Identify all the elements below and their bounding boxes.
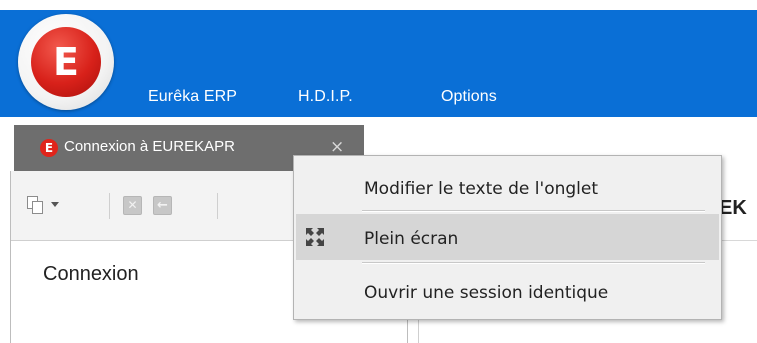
- menu-item-ouvrir-session[interactable]: Ouvrir une session identique: [296, 268, 719, 314]
- toolbar-separator: [217, 193, 218, 219]
- menu-item-label: Ouvrir une session identique: [364, 283, 609, 303]
- close-icon[interactable]: ✕: [123, 196, 142, 215]
- dropdown-caret-icon[interactable]: [51, 202, 59, 207]
- app-logo[interactable]: E: [18, 14, 114, 110]
- app-header: E Eurêka ERP H.D.I.P. Options: [0, 0, 757, 117]
- menu-item-plein-ecran[interactable]: Plein écran: [296, 214, 719, 260]
- menu-hdip[interactable]: H.D.I.P.: [298, 88, 353, 106]
- back-arrow-icon[interactable]: ←: [153, 196, 172, 215]
- connexion-title: Connexion: [43, 263, 139, 285]
- tab-label: Connexion à EUREKAPR: [64, 138, 235, 155]
- fullscreen-icon: [306, 228, 324, 246]
- menu-separator-highlight: [362, 263, 705, 264]
- tab-close-icon[interactable]: ×: [330, 137, 344, 157]
- right-pane-title: EK: [719, 197, 747, 219]
- tab-app-badge-icon: E: [40, 139, 58, 157]
- logo-red-disc: E: [31, 27, 101, 97]
- copy-icon[interactable]: [27, 196, 45, 214]
- logo-letter: E: [53, 40, 79, 84]
- toolbar-separator: [109, 193, 110, 219]
- tab-context-menu: Modifier le texte de l'onglet Plein écra…: [293, 155, 722, 320]
- menu-item-modifier-texte[interactable]: Modifier le texte de l'onglet: [296, 164, 719, 210]
- menu-separator-highlight: [362, 211, 705, 212]
- menu-options[interactable]: Options: [441, 88, 497, 106]
- header-top-strip: [0, 0, 757, 10]
- menu-item-label: Modifier le texte de l'onglet: [364, 179, 599, 199]
- menu-eureka-erp[interactable]: Eurêka ERP: [148, 88, 237, 106]
- menu-item-label: Plein écran: [364, 229, 459, 249]
